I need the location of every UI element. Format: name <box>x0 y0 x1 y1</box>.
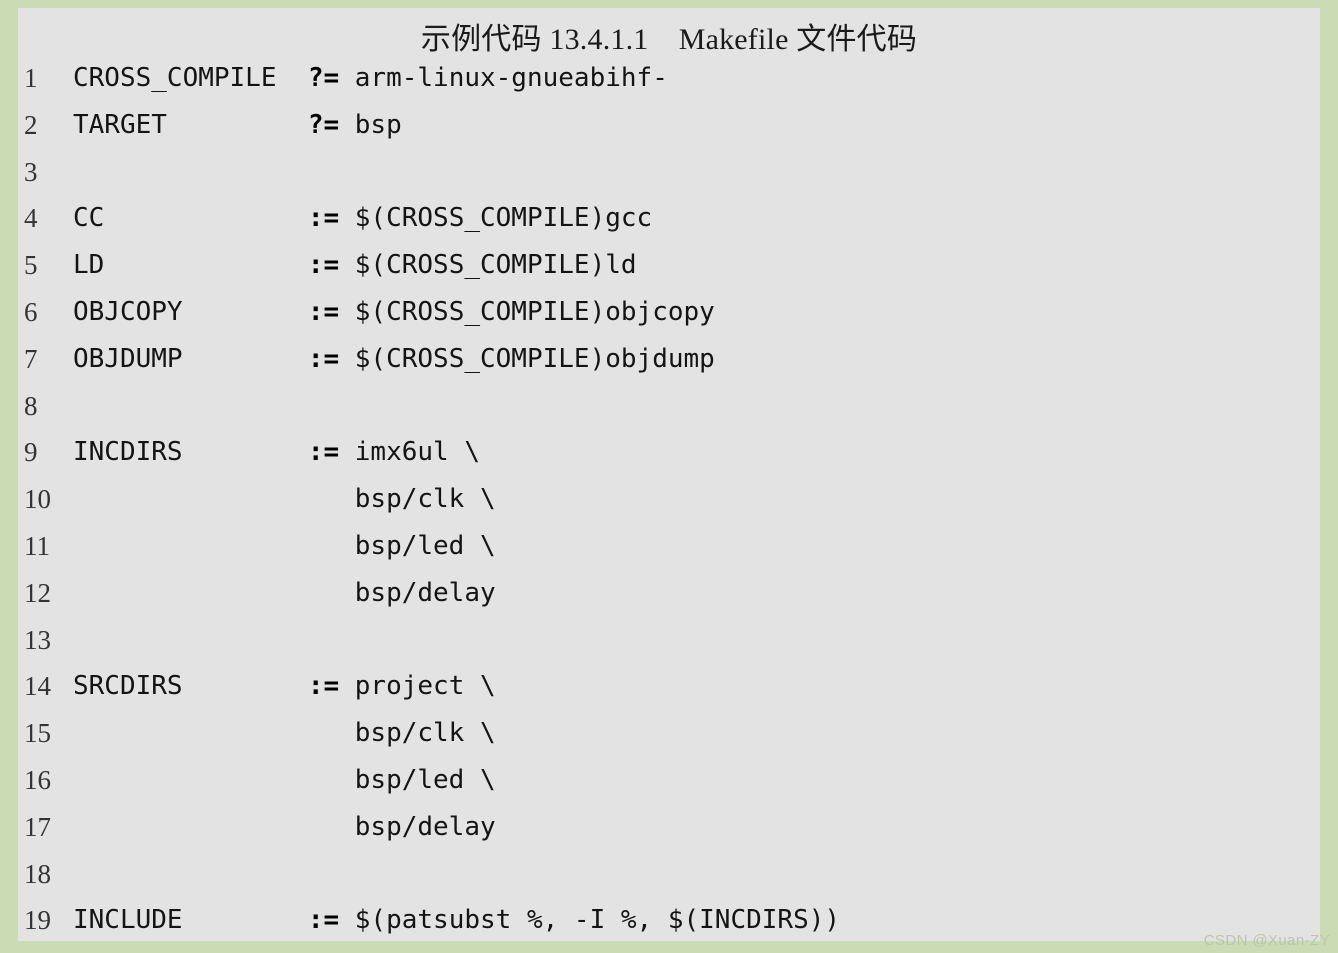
line-number: 19 <box>24 905 51 936</box>
line-variable: OBJCOPY <box>73 296 308 327</box>
line-number: 10 <box>24 484 51 515</box>
line-source: SRCDIRS := project \ <box>73 663 496 710</box>
assignment-operator: ?= <box>307 109 340 140</box>
code-line: 7 OBJDUMP := $(CROSS_COMPILE)objdump <box>18 336 1320 383</box>
line-source: TARGET ?= bsp <box>73 102 402 149</box>
code-line: 16 bsp/led \ <box>18 757 1320 804</box>
line-source: bsp/delay <box>73 570 496 617</box>
line-value: bsp/delay <box>73 811 496 842</box>
line-source: CROSS_COMPILE ?= arm-linux-gnueabihf- <box>73 55 668 102</box>
line-source: OBJDUMP := $(CROSS_COMPILE)objdump <box>73 336 715 383</box>
assignment-operator: ?= <box>307 63 340 93</box>
line-source: INCLUDE := $(patsubst %, -I %, $(INCDIRS… <box>73 897 840 941</box>
line-variable: CROSS_COMPILE <box>73 63 308 93</box>
line-number: 3 <box>24 156 38 187</box>
watermark-label: CSDN @Xuan-ZY <box>1203 932 1330 949</box>
line-number: 2 <box>24 109 38 140</box>
line-number: 13 <box>24 624 51 655</box>
code-line: 4 CC := $(CROSS_COMPILE)gcc <box>18 195 1320 242</box>
line-value: $(patsubst %, -I %, $(INCDIRS)) <box>339 905 841 936</box>
line-number: 4 <box>24 203 38 234</box>
line-number: 1 <box>24 63 38 93</box>
code-line: 12 bsp/delay <box>18 570 1320 617</box>
line-number: 7 <box>24 343 38 374</box>
code-line: 9 INCDIRS := imx6ul \ <box>18 429 1320 476</box>
line-variable: CC <box>73 203 308 234</box>
line-number: 11 <box>24 530 50 561</box>
assignment-operator: := <box>307 671 340 702</box>
code-line: 10 bsp/clk \ <box>18 476 1320 523</box>
code-line: 17 bsp/delay <box>18 804 1320 851</box>
line-value: bsp/delay <box>73 577 496 608</box>
code-block: 1 CROSS_COMPILE ?= arm-linux-gnueabihf- 2 T… <box>18 55 1320 941</box>
assignment-operator: := <box>307 343 340 374</box>
code-line: 6 OBJCOPY := $(CROSS_COMPILE)objcopy <box>18 289 1320 336</box>
line-value: $(CROSS_COMPILE)objdump <box>339 343 715 374</box>
assignment-operator: := <box>307 437 340 468</box>
line-number: 12 <box>24 577 51 608</box>
line-number: 15 <box>24 718 51 749</box>
assignment-operator: := <box>307 296 340 327</box>
code-line: 11 bsp/led \ <box>18 523 1320 570</box>
code-line: 18 <box>18 851 1320 898</box>
code-line: 1 CROSS_COMPILE ?= arm-linux-gnueabihf- <box>18 55 1320 102</box>
code-line: 15 bsp/clk \ <box>18 710 1320 757</box>
code-line: 8 <box>18 383 1320 430</box>
line-variable: LD <box>73 250 308 281</box>
line-value: bsp/led \ <box>73 764 496 795</box>
line-number: 9 <box>24 437 38 468</box>
line-source: OBJCOPY := $(CROSS_COMPILE)objcopy <box>73 289 715 336</box>
line-variable: INCDIRS <box>73 437 308 468</box>
line-value: bsp/clk \ <box>73 718 496 749</box>
line-value: project \ <box>339 671 496 702</box>
line-number: 16 <box>24 764 51 795</box>
line-value: bsp <box>339 109 402 140</box>
line-number: 17 <box>24 811 51 842</box>
figure-frame: 示例代码 13.4.1.1 Makefile 文件代码 1 CROSS_COMPI… <box>0 0 1338 953</box>
code-line: 14 SRCDIRS := project \ <box>18 663 1320 710</box>
code-listing-panel: 示例代码 13.4.1.1 Makefile 文件代码 1 CROSS_COMPI… <box>18 8 1320 941</box>
line-source: bsp/led \ <box>73 757 496 804</box>
line-value: imx6ul \ <box>339 437 481 468</box>
line-value: $(CROSS_COMPILE)ld <box>339 250 637 281</box>
assignment-operator: := <box>307 905 340 936</box>
line-source: bsp/clk \ <box>73 476 496 523</box>
code-line: 2 TARGET ?= bsp <box>18 102 1320 149</box>
line-variable: INCLUDE <box>73 905 308 936</box>
line-number: 8 <box>24 390 38 421</box>
line-number: 14 <box>24 671 51 702</box>
line-value: arm-linux-gnueabihf- <box>339 63 668 93</box>
line-source: bsp/led \ <box>73 523 496 570</box>
line-variable: SRCDIRS <box>73 671 308 702</box>
line-source: LD := $(CROSS_COMPILE)ld <box>73 242 637 289</box>
line-source: INCDIRS := imx6ul \ <box>73 429 480 476</box>
code-line: 19 INCLUDE := $(patsubst %, -I %, $(INCDI… <box>18 897 1320 941</box>
figure-caption: 示例代码 13.4.1.1 Makefile 文件代码 <box>420 23 918 56</box>
line-number: 6 <box>24 296 38 327</box>
code-line: 3 <box>18 149 1320 196</box>
assignment-operator: := <box>307 203 340 234</box>
line-variable: OBJDUMP <box>73 343 308 374</box>
line-source: CC := $(CROSS_COMPILE)gcc <box>73 195 652 242</box>
line-value: $(CROSS_COMPILE)objcopy <box>339 296 715 327</box>
line-number: 18 <box>24 858 51 889</box>
line-value: $(CROSS_COMPILE)gcc <box>339 203 653 234</box>
line-number: 5 <box>24 250 38 281</box>
line-variable: TARGET <box>73 109 308 140</box>
line-value: bsp/clk \ <box>73 484 496 515</box>
assignment-operator: := <box>307 250 340 281</box>
code-line: 13 <box>18 617 1320 664</box>
line-value: bsp/led \ <box>73 530 496 561</box>
line-source: bsp/clk \ <box>73 710 496 757</box>
line-source: bsp/delay <box>73 804 496 851</box>
code-line: 5 LD := $(CROSS_COMPILE)ld <box>18 242 1320 289</box>
